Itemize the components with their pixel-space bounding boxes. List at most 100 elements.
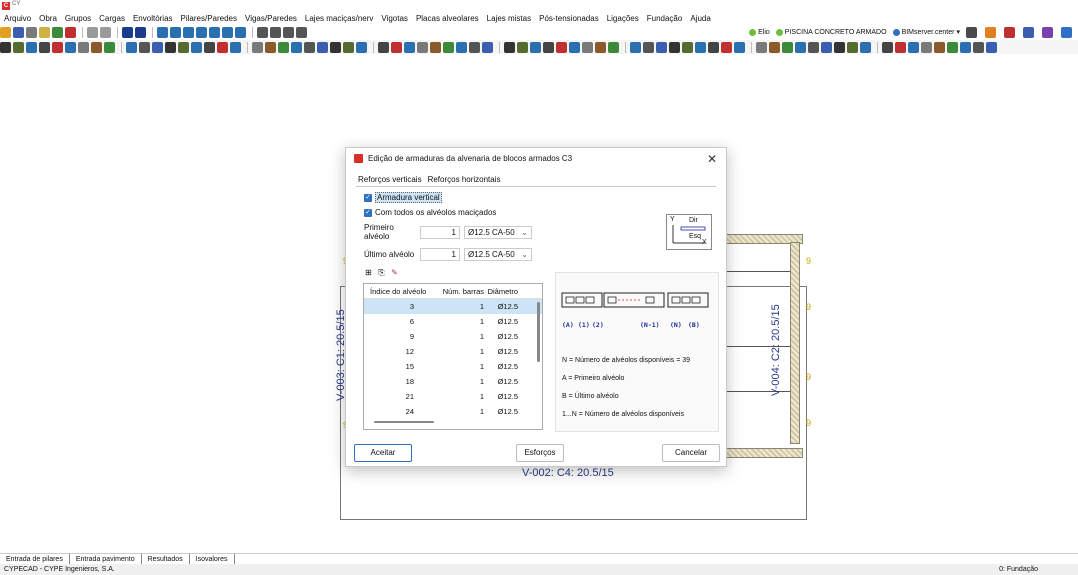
ultimo-bar-select[interactable]: Ø12.5 CA-50 ⌄ [464,247,532,261]
tool-button-icon[interactable] [934,41,945,53]
tool-button-icon[interactable] [330,41,341,53]
clipboard-icon[interactable] [39,26,50,38]
tool-button-icon[interactable] [317,41,328,53]
tool-button-icon[interactable] [895,41,906,53]
tool-button-icon[interactable] [456,41,467,53]
tool-button-icon[interactable] [430,41,441,53]
tool-button-icon[interactable] [252,41,263,53]
menu-envoltorias[interactable]: Envoltórias [133,14,173,23]
tool-button-icon[interactable] [708,41,719,53]
armadura-vertical-checkbox[interactable]: ✓ Armadura vertical [364,192,442,203]
tool-button-icon[interactable] [78,41,89,53]
tool-button-icon[interactable] [65,41,76,53]
tool-button-icon[interactable] [304,41,315,53]
header-indice[interactable]: Índice do alvéolo [364,287,434,296]
table-row[interactable]: 9 1 Ø12.5 [364,329,542,344]
tool-button-icon[interactable] [608,41,619,53]
web-icon[interactable] [1061,26,1072,38]
tool-button-icon[interactable] [595,41,606,53]
tool-button-icon[interactable] [191,41,202,53]
tool-button-icon[interactable] [986,41,997,53]
save-icon[interactable] [13,26,24,38]
menu-vigas-paredes[interactable]: Vigas/Paredes [245,14,297,23]
tool-button-icon[interactable] [682,41,693,53]
tool-button-icon[interactable] [39,41,50,53]
tool-button-icon[interactable] [91,41,102,53]
tool-button-icon[interactable] [834,41,845,53]
tool-button-icon[interactable] [404,41,415,53]
menu-ajuda[interactable]: Ajuda [690,14,710,23]
tool-button-icon[interactable] [152,41,163,53]
tool-button-icon[interactable] [860,41,871,53]
tool-button-icon[interactable] [973,41,984,53]
tool-button-icon[interactable] [204,41,215,53]
grid-icon[interactable] [257,26,268,38]
measure-icon[interactable] [296,26,307,38]
tool-button-icon[interactable] [630,41,641,53]
tool-button-icon[interactable] [882,41,893,53]
tool-button-icon[interactable] [782,41,793,53]
table-row[interactable]: 24 1 Ø12.5 [364,404,542,419]
level-up-icon[interactable] [122,26,133,38]
table-row[interactable]: 18 1 Ø12.5 [364,374,542,389]
tool-button-icon[interactable] [178,41,189,53]
menu-vigotas[interactable]: Vigotas [381,14,408,23]
tool-button-icon[interactable] [378,41,389,53]
tool-button-icon[interactable] [391,41,402,53]
header-num-barras[interactable]: Núm. barras [434,287,484,296]
cancel-button[interactable]: Cancelar [662,444,720,462]
zoom-window-icon[interactable] [157,26,168,38]
add-row-icon[interactable]: ⊞ [364,268,373,277]
tool-button-icon[interactable] [530,41,541,53]
alveolos-macicados-checkbox[interactable]: ✓ Com todos os alvéolos maciçados [364,207,496,218]
primeiro-alveolo-input[interactable]: 1 [420,225,460,239]
zoom-out-icon[interactable] [183,26,194,38]
tool-button-icon[interactable] [126,41,137,53]
3d-view-icon[interactable] [222,26,233,38]
copy-icon[interactable]: ⎘ [377,268,386,277]
open-icon[interactable] [0,26,11,38]
monitor-icon[interactable] [1023,26,1034,38]
menu-obra[interactable]: Obra [39,14,57,23]
tool-button-icon[interactable] [343,41,354,53]
ok-button[interactable]: Aceitar [354,444,412,462]
menu-fundacao[interactable]: Fundação [647,14,683,23]
export-icon[interactable] [1004,26,1015,38]
close-icon[interactable]: ✕ [704,151,720,167]
menu-placas-alveolares[interactable]: Placas alveolares [416,14,479,23]
tool-button-icon[interactable] [556,41,567,53]
view-icon[interactable] [52,26,63,38]
tool-button-icon[interactable] [504,41,515,53]
tool-button-icon[interactable] [721,41,732,53]
tool-button-icon[interactable] [960,41,971,53]
zoom-all-icon[interactable] [196,26,207,38]
dimension-icon[interactable] [283,26,294,38]
tool-button-icon[interactable] [543,41,554,53]
tool-button-icon[interactable] [695,41,706,53]
tool-button-icon[interactable] [656,41,667,53]
tool-button-icon[interactable] [165,41,176,53]
tool-button-icon[interactable] [278,41,289,53]
delete-icon[interactable]: ✎ [390,268,399,277]
table-row[interactable]: 6 1 Ø12.5 [364,314,542,329]
tool-button-icon[interactable] [265,41,276,53]
tool-button-icon[interactable] [0,41,11,53]
tool-button-icon[interactable] [13,41,24,53]
zoom-in-icon[interactable] [170,26,181,38]
bimserver-chip[interactable]: BIMserver.center ▾ [892,28,960,36]
menu-cargas[interactable]: Cargas [99,14,125,23]
tool-button-icon[interactable] [734,41,745,53]
tool-button-icon[interactable] [139,41,150,53]
table-row[interactable]: 15 1 Ø12.5 [364,359,542,374]
table-horizontal-scrollbar[interactable] [374,421,434,423]
tool-button-icon[interactable] [921,41,932,53]
tool-button-icon[interactable] [291,41,302,53]
tool-button-icon[interactable] [482,41,493,53]
cut-icon[interactable] [26,26,37,38]
layers-icon[interactable] [235,26,246,38]
tool-button-icon[interactable] [356,41,367,53]
settings-icon[interactable] [966,26,977,38]
menu-ligacoes[interactable]: Ligações [607,14,639,23]
undo-icon[interactable] [87,26,98,38]
tool-button-icon[interactable] [769,41,780,53]
